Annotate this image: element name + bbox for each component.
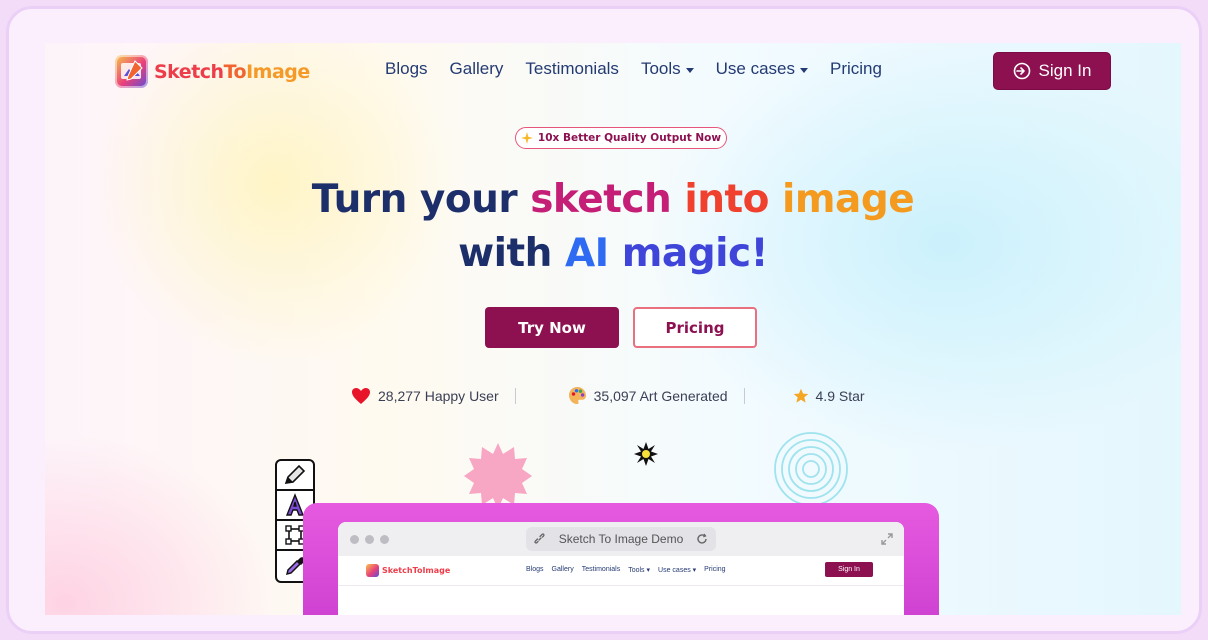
link-icon [534, 533, 545, 544]
demo-nav-item: Testimonials [581, 566, 621, 573]
nav-label: Gallery [449, 59, 504, 78]
divider [743, 387, 745, 404]
stat-text: 35,097 Art Generated [593, 387, 728, 404]
cta-row: Try Now Pricing [485, 307, 757, 348]
hero-heading: Turn your sketch into image with AI magi… [45, 173, 1181, 281]
divider [514, 387, 516, 404]
logo-icon [366, 564, 379, 577]
brand-name-part2: To [223, 60, 247, 83]
nav-label: Blogs [385, 59, 428, 78]
hero-line-2: with AI magic! [45, 227, 1181, 281]
landing-page: SketchToImage Blogs Gallery Testimonials… [45, 43, 1181, 615]
hero-word-image: image [782, 177, 915, 222]
hero-word-magic: magic! [621, 231, 769, 276]
pricing-button[interactable]: Pricing [633, 307, 757, 348]
nav-item-pricing[interactable]: Pricing [830, 59, 882, 79]
brand-name: SketchToImage [154, 61, 310, 83]
stats-row: 28,277 Happy User 35,097 Art Generated 4… [351, 386, 865, 405]
nav-item-blogs[interactable]: Blogs [385, 59, 428, 79]
hero-word: Turn your [311, 177, 518, 222]
demo-nav-item: Tools ▾ [628, 567, 651, 574]
window-dot [350, 534, 359, 544]
heart-icon [352, 387, 370, 404]
demo-browser-bar: Sketch To Image Demo [338, 522, 904, 556]
demo-brand-name: SketchToImage [382, 566, 451, 575]
starburst-decoration [464, 443, 532, 509]
demo-sign-in-button: Sign In [825, 562, 873, 577]
palette-icon [568, 387, 586, 404]
hero-word-into: into [684, 177, 769, 222]
brand-logo[interactable]: SketchToImage [115, 55, 310, 88]
nav-item-gallery[interactable]: Gallery [450, 59, 504, 79]
promo-badge: 10x Better Quality Output Now [515, 127, 727, 149]
demo-url-text: Sketch To Image Demo [558, 532, 684, 546]
sign-in-button[interactable]: Sign In [993, 52, 1111, 90]
demo-nav-item: Gallery [551, 566, 574, 573]
demo-brand-logo: SketchToImage [366, 564, 450, 577]
main-nav: Blogs Gallery Testimonials Tools Use cas… [385, 59, 882, 79]
login-icon [1013, 62, 1030, 80]
stat-rating: 4.9 Star [793, 388, 865, 404]
promo-badge-text: 10x Better Quality Output Now [537, 132, 722, 144]
try-now-button[interactable]: Try Now [485, 307, 619, 348]
reload-icon [697, 533, 707, 544]
window-dot [365, 534, 374, 544]
hero-word-with: with [458, 231, 552, 276]
stat-text: 4.9 Star [815, 387, 865, 404]
pencil-icon [277, 461, 313, 491]
window-dot [380, 534, 389, 544]
nav-label: Use cases [715, 59, 795, 78]
star-icon [793, 388, 808, 403]
brand-name-part1: Sketch [154, 60, 224, 83]
demo-nav: Blogs Gallery Testimonials Tools ▾ Use c… [526, 566, 726, 574]
demo-device-frame: Sketch To Image Demo SketchToImage Blogs… [303, 503, 939, 615]
stat-text: 28,277 Happy User [378, 387, 499, 404]
nav-label: Testimonials [525, 59, 619, 78]
chevron-down-icon [685, 67, 694, 73]
spark-decoration [634, 442, 658, 466]
hero-line-1: Turn your sketch into image [45, 173, 1181, 227]
nav-label: Pricing [830, 59, 882, 78]
rings-decoration [774, 432, 848, 506]
demo-site-header: SketchToImage Blogs Gallery Testimonials… [338, 556, 904, 586]
hero-word-ai: AI [564, 231, 609, 276]
stat-happy-users: 28,277 Happy User [351, 387, 499, 405]
demo-browser-window[interactable]: Sketch To Image Demo SketchToImage Blogs… [338, 522, 904, 615]
nav-item-use-cases[interactable]: Use cases [716, 59, 808, 79]
nav-label: Tools [640, 59, 681, 78]
demo-nav-item: Blogs [526, 566, 544, 573]
stat-art-generated: 35,097 Art Generated [568, 386, 728, 405]
sparkle-icon [520, 132, 533, 144]
expand-icon[interactable] [880, 532, 894, 546]
demo-nav-item: Use cases ▾ [658, 567, 697, 574]
demo-nav-item: Pricing [704, 566, 726, 573]
chevron-down-icon [800, 67, 808, 73]
hero-word-sketch: sketch [530, 177, 672, 222]
nav-item-testimonials[interactable]: Testimonials [525, 59, 619, 79]
logo-icon [115, 55, 148, 88]
demo-url-bar: Sketch To Image Demo [526, 527, 716, 551]
sign-in-label: Sign In [1038, 61, 1092, 80]
nav-item-tools[interactable]: Tools [641, 59, 694, 79]
demo-sign-in-label: Sign In [838, 566, 860, 573]
brand-name-part3: Image [246, 60, 310, 83]
window-frame: SketchToImage Blogs Gallery Testimonials… [6, 6, 1202, 634]
